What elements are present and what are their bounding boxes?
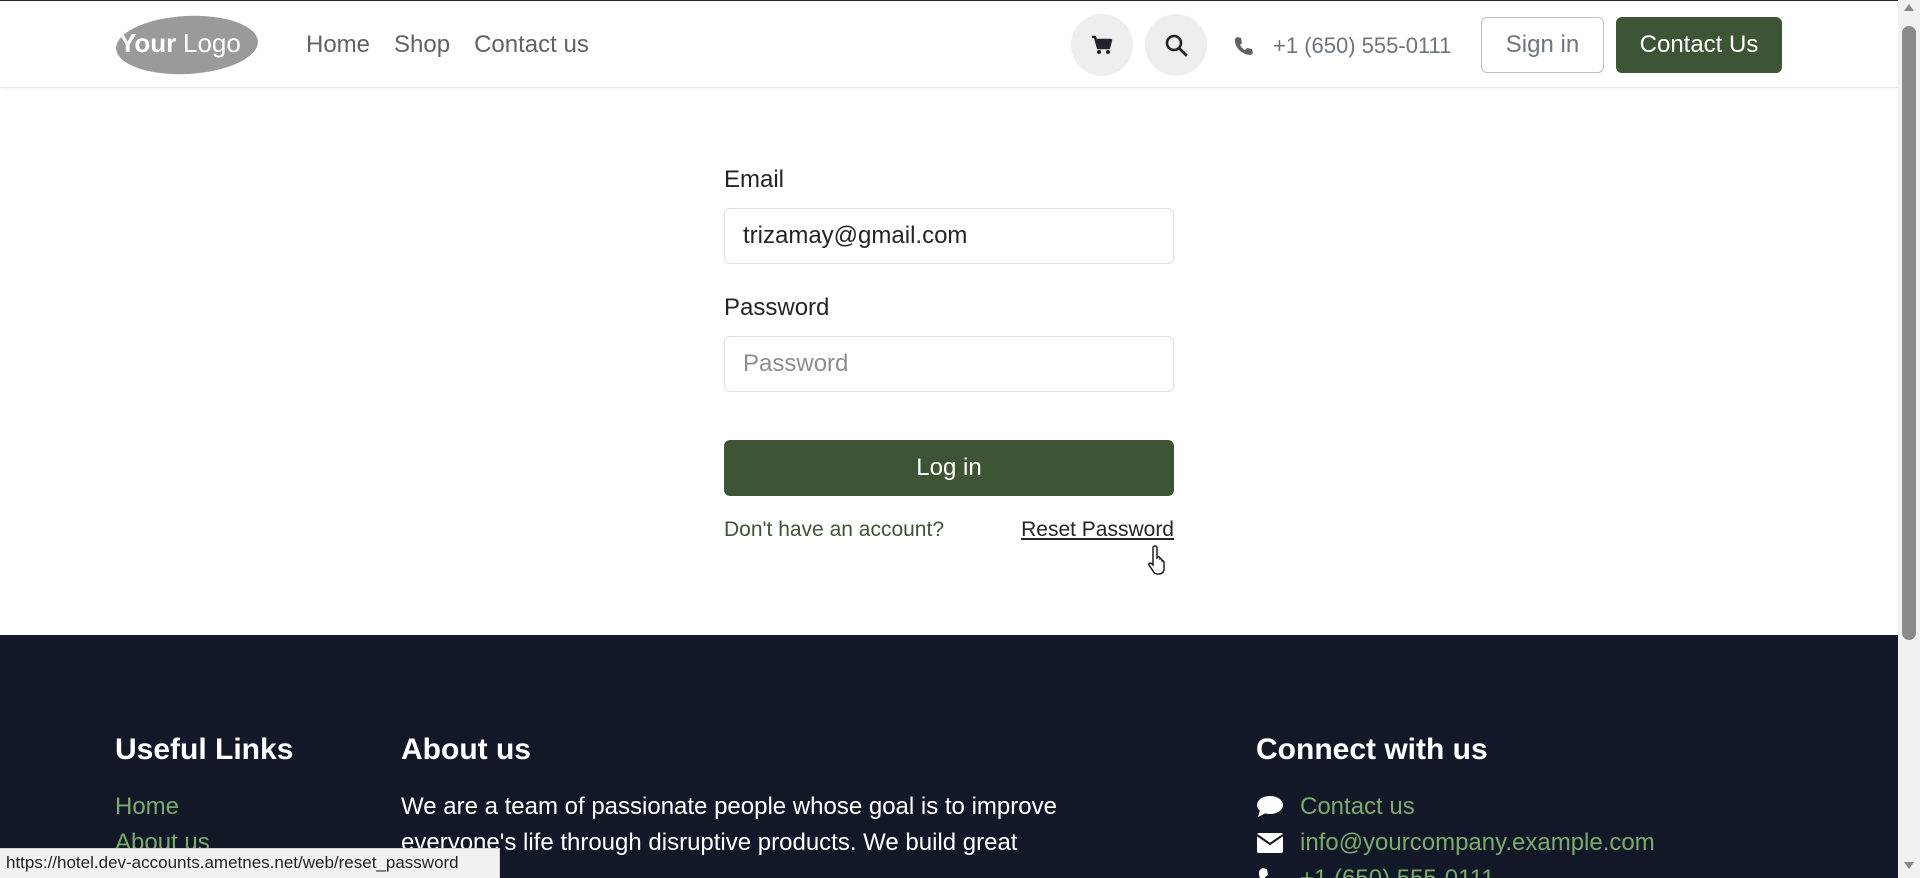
login-form: Email Password Log in Don't have an acco… xyxy=(724,166,1174,542)
connect-contact-label: Contact us xyxy=(1300,793,1415,820)
connect-title: Connect with us xyxy=(1256,733,1488,766)
connect-contact-us[interactable]: Contact us xyxy=(1256,789,1655,825)
log-in-button[interactable]: Log in xyxy=(724,440,1174,496)
site-footer: Useful Links Home About us About us We a… xyxy=(0,635,1898,878)
reset-password-link[interactable]: Reset Password xyxy=(1021,518,1174,542)
main-nav: Home Shop Contact us xyxy=(306,31,613,59)
search-icon xyxy=(1165,34,1188,57)
cart-button[interactable] xyxy=(1071,14,1133,76)
email-field[interactable] xyxy=(724,208,1174,264)
hand-cursor-icon xyxy=(1148,545,1165,575)
phone-icon xyxy=(1258,868,1268,878)
envelope-icon xyxy=(1256,833,1284,853)
cart-icon xyxy=(1092,35,1113,54)
connect-list: Contact us info@yourcompany.example.com … xyxy=(1256,789,1655,878)
site-header: Your Logo Home Shop Contact us +1 (650) … xyxy=(0,0,1898,88)
nav-shop[interactable]: Shop xyxy=(394,31,450,59)
status-bar-url: https://hotel.dev-accounts.ametnes.net/w… xyxy=(0,848,500,878)
connect-phone[interactable]: +1 (650) 555-0111 xyxy=(1256,861,1655,878)
about-title: About us xyxy=(401,733,531,766)
nav-home[interactable]: Home xyxy=(306,31,370,59)
password-field[interactable] xyxy=(724,336,1174,392)
scroll-up-arrow-icon[interactable] xyxy=(1904,4,1914,11)
useful-links-section: Useful Links Home About us xyxy=(115,733,293,861)
connect-phone-label: +1 (650) 555-0111 xyxy=(1300,861,1495,878)
email-label: Email xyxy=(724,166,785,193)
phone-icon xyxy=(1234,37,1253,55)
sign-in-button[interactable]: Sign in xyxy=(1481,17,1604,73)
chat-icon xyxy=(1257,796,1283,817)
useful-links-title: Useful Links xyxy=(115,733,294,766)
connect-section: Connect with us Contact us info@yourcomp… xyxy=(1256,733,1655,878)
about-section: About us We are a team of passionate peo… xyxy=(401,733,1101,861)
search-button[interactable] xyxy=(1145,14,1207,76)
header-phone[interactable]: +1 (650) 555-0111 xyxy=(1233,33,1451,59)
footer-link-home[interactable]: Home xyxy=(115,789,293,825)
login-links: Don't have an account? Reset Password xyxy=(724,518,1174,542)
logo-text: Logo xyxy=(183,28,241,58)
header-phone-number: +1 (650) 555-0111 xyxy=(1273,33,1452,58)
connect-email-label: info@yourcompany.example.com xyxy=(1300,829,1655,856)
connect-email[interactable]: info@yourcompany.example.com xyxy=(1256,825,1655,861)
nav-contact-us[interactable]: Contact us xyxy=(474,31,589,59)
contact-us-button[interactable]: Contact Us xyxy=(1616,17,1782,73)
scrollbar[interactable] xyxy=(1898,0,1920,878)
signup-link[interactable]: Don't have an account? xyxy=(724,518,944,542)
scroll-down-arrow-icon[interactable] xyxy=(1904,862,1914,869)
logo-text-bold: Your xyxy=(119,28,176,58)
about-text: We are a team of passionate people whose… xyxy=(401,793,1057,856)
password-label: Password xyxy=(724,294,830,321)
scroll-thumb[interactable] xyxy=(1902,26,1916,640)
logo[interactable]: Your Logo xyxy=(115,15,259,75)
